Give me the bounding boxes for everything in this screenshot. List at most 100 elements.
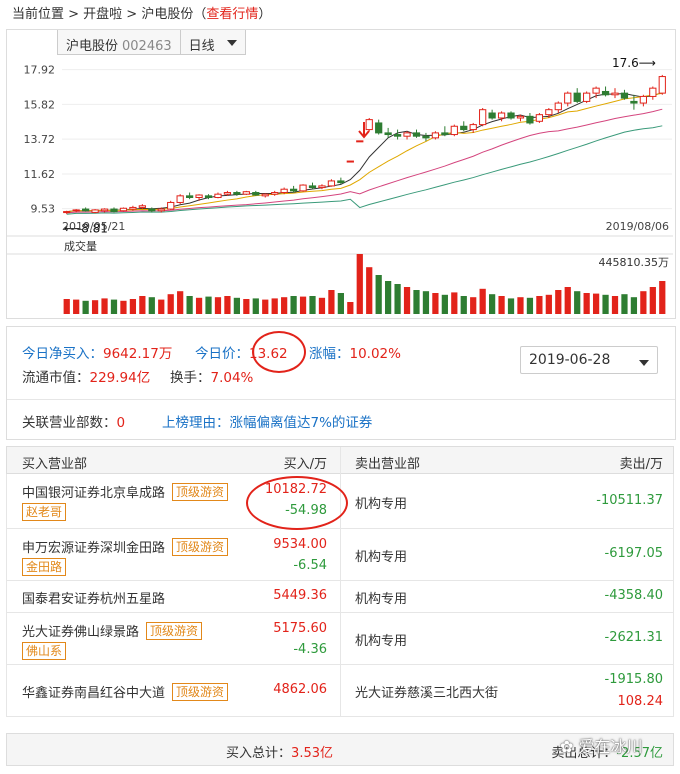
volume-bar: [507, 298, 515, 314]
buy-dept-name[interactable]: 申万宏源证券深圳金田路: [22, 537, 165, 556]
sell-amount: -2621.31: [604, 630, 663, 645]
candle-body: [299, 184, 307, 192]
buy-amount: 9534.00: [273, 537, 327, 552]
change-label: 涨幅：: [309, 346, 350, 362]
candle-body: [620, 92, 629, 99]
table-row[interactable]: 国泰君安证券杭州五星路 5449.36 机构专用 -4358.40: [6, 581, 674, 613]
volume-bar: [167, 294, 174, 314]
volume-bar: [328, 290, 335, 314]
volume-bar: [158, 299, 165, 314]
change-value: 10.02%: [349, 346, 401, 362]
moving-average-line: [66, 91, 663, 213]
trader-tag: 顶级游资: [172, 683, 229, 701]
volume-bar: [356, 254, 363, 314]
chevron-down-icon: [226, 40, 237, 46]
candle-body: [119, 207, 128, 212]
buy-dept-name[interactable]: 中国银河证券北京阜成路: [22, 482, 165, 501]
table-row[interactable]: 申万宏源证券深圳金田路 顶级游资 金田路 9534.00 -6.54 机构专用 -6197.…: [6, 529, 674, 581]
volume-bar: [347, 302, 354, 314]
candle-body: [356, 140, 364, 143]
column-divider: [340, 613, 341, 665]
candle-body: [195, 194, 203, 198]
price-highlight-circle: [252, 331, 306, 373]
market-cap-row: 流通市值：229.94亿: [22, 366, 150, 386]
amount-highlight-circle: [246, 476, 348, 530]
candle-body: [252, 192, 260, 196]
volume-bar: [479, 288, 486, 314]
candle-body: [554, 102, 562, 111]
candle-body: [63, 211, 71, 214]
candle-body: [393, 134, 402, 137]
volume-bar: [252, 298, 259, 314]
candle-body: [204, 195, 213, 198]
volume-bar: [214, 297, 222, 314]
volume-bar: [432, 293, 439, 314]
volume-bar: [281, 297, 288, 314]
sell-amount: -1915.80: [604, 672, 663, 687]
sell-dept-name[interactable]: 光大证券慈溪三北西大街: [355, 682, 498, 701]
sell-dept-name[interactable]: 机构专用: [355, 546, 407, 565]
table-row[interactable]: 华鑫证券南昌红谷中大道 顶级游资 4862.06 光大证券慈溪三北西大街 -1915.8…: [6, 665, 674, 717]
volume-bar: [318, 297, 326, 314]
candle-body: [365, 119, 373, 131]
volume-bar: [366, 267, 373, 314]
candle-body: [469, 124, 477, 131]
table-row[interactable]: 光大证券佛山绿景路 顶级游资 佛山系 5175.60 -4.36 机构专用 -2621.31: [6, 613, 674, 665]
volume-bar: [536, 296, 543, 314]
candle-body: [271, 192, 279, 195]
candle-body: [157, 208, 165, 212]
sell-amount: -4358.40: [604, 588, 663, 603]
trader-alias-tag: 赵老哥: [22, 503, 67, 521]
volume-bar: [195, 297, 203, 314]
change-row: 涨幅：10.02%: [309, 342, 401, 362]
buy-dept-name[interactable]: 光大证券佛山绿景路: [22, 621, 139, 640]
volume-bar: [63, 299, 70, 314]
divider: [7, 399, 675, 400]
buy-dept-name[interactable]: 华鑫证券南昌红谷中大道: [22, 682, 165, 701]
sell-dept-name[interactable]: 机构专用: [355, 493, 407, 512]
candle-body: [375, 122, 383, 134]
y-tick-label: 13.72: [24, 133, 56, 146]
chevron-down-icon: [639, 359, 649, 366]
trader-alias-tag: 金田路: [22, 558, 67, 576]
candle-body: [403, 132, 411, 137]
market-cap-label: 流通市值：: [22, 370, 90, 386]
candle-body: [242, 191, 250, 195]
high-price-label: 17.6⟶: [612, 56, 656, 70]
candle-body: [431, 132, 440, 139]
period-select[interactable]: 日线: [180, 30, 246, 55]
candle-body: [185, 195, 194, 198]
volume-bar: [555, 290, 562, 314]
volume-bar: [517, 297, 524, 314]
buy-dept-name[interactable]: 国泰君安证券杭州五星路: [22, 588, 165, 607]
breadcrumb: 当前位置 > 开盘啦 > 沪电股份（查看行情）: [12, 3, 271, 22]
volume-bar: [545, 294, 552, 314]
watermark: ✿ 爱在冰川: [560, 733, 643, 757]
view-quote-link[interactable]: 查看行情: [206, 7, 258, 22]
volume-bar: [441, 294, 448, 314]
sell-dept-name[interactable]: 机构专用: [355, 630, 407, 649]
candle-body: [507, 112, 515, 119]
wechat-icon: ✿: [560, 737, 574, 756]
candle-body: [223, 192, 232, 195]
column-divider: [340, 529, 341, 581]
candle-body: [450, 125, 458, 136]
volume-bar: [337, 293, 344, 314]
turnover-row: 换手：7.04%: [170, 366, 253, 386]
header-sell-amount: 卖出/万: [619, 457, 663, 472]
volume-bar: [110, 299, 118, 314]
x-axis-end-label: 2019/08/06: [606, 220, 669, 233]
stock-code: 002463: [122, 39, 172, 54]
net-buy-value: 9642.17万: [103, 346, 173, 362]
stock-selector[interactable]: 沪电股份 002463: [57, 30, 181, 55]
net-buy-label: 今日净买入：: [22, 346, 103, 362]
date-select[interactable]: 2019-06-28: [520, 346, 658, 374]
candle-body: [573, 92, 581, 102]
candle-body: [658, 76, 666, 94]
candle-body: [176, 195, 184, 203]
sell-dept-name[interactable]: 机构专用: [355, 588, 407, 607]
candle-body: [488, 112, 496, 119]
table-header: 买入营业部 买入/万 卖出营业部 卖出/万: [6, 446, 674, 475]
moving-average-line: [66, 92, 663, 213]
volume-bar: [526, 297, 534, 314]
